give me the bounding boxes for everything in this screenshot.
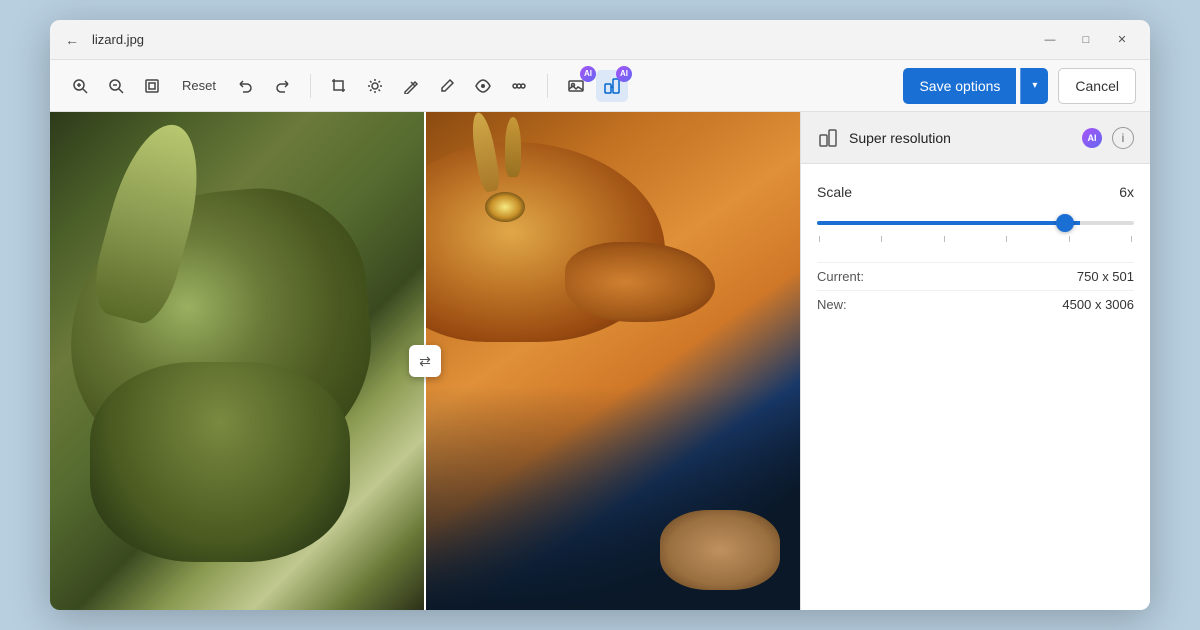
filter-button[interactable] (503, 70, 535, 102)
slider-ticks (817, 236, 1134, 242)
split-handle-icon: ⇄ (419, 353, 431, 370)
save-options-button[interactable]: Save options (903, 68, 1016, 104)
current-label: Current: (817, 269, 864, 284)
undo-button[interactable] (230, 70, 262, 102)
panel-body: Scale 6x Curr (801, 164, 1150, 610)
new-label: New: (817, 297, 847, 312)
edit-tools-group (323, 70, 535, 102)
scale-label: Scale (817, 184, 852, 200)
tick-5 (1069, 236, 1070, 242)
panel-info-button[interactable]: i (1112, 127, 1134, 149)
minimize-button[interactable]: — (1034, 30, 1066, 50)
window-title: lizard.jpg (92, 32, 1024, 47)
main-content: ⇄ Super resolution AI i Scale (50, 112, 1150, 610)
scale-value: 6x (1119, 184, 1134, 200)
background-ai-badge: AI (580, 66, 596, 82)
scale-row: Scale 6x (817, 184, 1134, 200)
toolbar: Reset (50, 60, 1150, 112)
brightness-button[interactable] (359, 70, 391, 102)
redeye-button[interactable] (467, 70, 499, 102)
panel-header: Super resolution AI i (801, 112, 1150, 164)
back-button[interactable]: ← (62, 30, 82, 50)
divider-1 (310, 74, 311, 98)
upscale-ai-badge: AI (616, 66, 632, 82)
panel-title: Super resolution (849, 130, 1072, 146)
app-window: ← lizard.jpg — □ ✕ (50, 20, 1150, 610)
reset-button[interactable]: Reset (172, 70, 226, 102)
split-handle[interactable]: ⇄ (409, 345, 441, 377)
zoom-group: Reset (64, 70, 298, 102)
current-value: 750 x 501 (1077, 269, 1134, 284)
tick-3 (944, 236, 945, 242)
new-size-row: New: 4500 x 3006 (817, 290, 1134, 318)
erase-button[interactable] (395, 70, 427, 102)
image-area: ⇄ (50, 112, 800, 610)
background-ai-wrapper: AI (560, 70, 592, 102)
fit-button[interactable] (136, 70, 168, 102)
image-right-half (425, 112, 800, 610)
maximize-button[interactable]: □ (1070, 30, 1102, 50)
divider-2 (547, 74, 548, 98)
scale-slider[interactable] (817, 221, 1134, 225)
zoom-out-button[interactable] (100, 70, 132, 102)
super-resolution-icon (817, 127, 839, 149)
image-left-half (50, 112, 425, 610)
save-options-dropdown-button[interactable]: ▾ (1020, 68, 1048, 104)
scale-slider-container (817, 212, 1134, 242)
new-value: 4500 x 3006 (1062, 297, 1134, 312)
cancel-button[interactable]: Cancel (1058, 68, 1136, 104)
draw-button[interactable] (431, 70, 463, 102)
zoom-in-button[interactable] (64, 70, 96, 102)
right-panel: Super resolution AI i Scale 6x (800, 112, 1150, 610)
upscale-ai-wrapper: AI (596, 70, 628, 102)
crop-button[interactable] (323, 70, 355, 102)
window-controls: — □ ✕ (1034, 30, 1138, 50)
tick-4 (1006, 236, 1007, 242)
close-button[interactable]: ✕ (1106, 30, 1138, 50)
panel-ai-badge: AI (1082, 128, 1102, 148)
tick-2 (881, 236, 882, 242)
tick-1 (819, 236, 820, 242)
ai-tools-group: AI AI (560, 70, 628, 102)
tick-6 (1131, 236, 1132, 242)
current-size-row: Current: 750 x 501 (817, 262, 1134, 290)
titlebar: ← lizard.jpg — □ ✕ (50, 20, 1150, 60)
action-buttons-group: Save options ▾ Cancel (903, 68, 1136, 104)
redo-button[interactable] (266, 70, 298, 102)
